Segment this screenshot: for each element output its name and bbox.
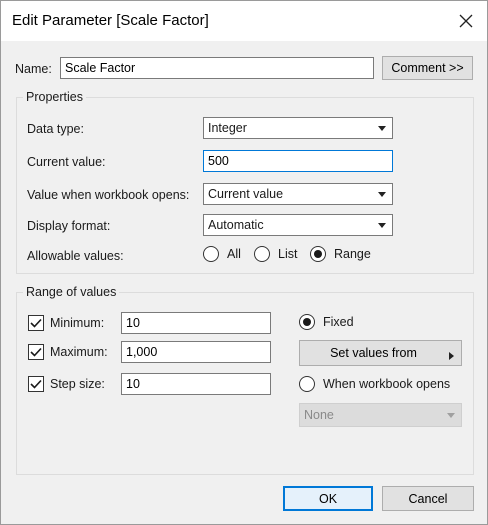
radio-dot (303, 318, 311, 326)
allowable-range-label: Range (334, 247, 371, 261)
dialog-title: Edit Parameter [Scale Factor] (12, 12, 209, 29)
current-value-label: Current value: (27, 155, 106, 169)
source-dropdown-value: None (304, 408, 334, 422)
minimum-checkbox[interactable]: Minimum: (28, 315, 104, 331)
radio-circle-selected (299, 314, 315, 330)
when-workbook-opens-label: When workbook opens (323, 377, 451, 391)
properties-group-title: Properties (23, 90, 86, 104)
allowable-range-radio[interactable]: Range (310, 246, 371, 262)
name-label: Name: (15, 62, 52, 76)
ok-button[interactable]: OK (283, 486, 373, 511)
chevron-down-icon (445, 409, 457, 421)
allowable-all-label: All (227, 247, 241, 261)
data-type-label: Data type: (27, 122, 84, 136)
chevron-down-icon (376, 219, 388, 231)
allowable-values-label: Allowable values: (27, 249, 124, 263)
allowable-list-label: List (278, 247, 298, 261)
checkmark-icon (30, 379, 42, 389)
step-size-input[interactable] (121, 373, 271, 395)
chevron-right-icon (449, 349, 454, 363)
allowable-list-radio[interactable]: List (254, 246, 297, 262)
source-dropdown: None (299, 403, 462, 427)
display-format-dropdown[interactable]: Automatic (203, 214, 393, 236)
radio-circle-selected (310, 246, 326, 262)
when-opens-dropdown[interactable]: Current value (203, 183, 393, 205)
data-type-dropdown[interactable]: Integer (203, 117, 393, 139)
fixed-radio[interactable]: Fixed (299, 314, 354, 330)
checkbox-box (28, 376, 44, 392)
display-format-value: Automatic (208, 218, 264, 232)
minimum-input[interactable] (121, 312, 271, 334)
display-format-label: Display format: (27, 219, 111, 233)
checkmark-icon (30, 347, 42, 357)
set-values-from-button[interactable]: Set values from (299, 340, 462, 366)
close-button[interactable] (451, 7, 481, 35)
title-bar: Edit Parameter [Scale Factor] (1, 1, 487, 41)
range-group-title: Range of values (23, 285, 120, 299)
radio-circle (203, 246, 219, 262)
fixed-label: Fixed (323, 315, 354, 329)
chevron-down-icon (376, 122, 388, 134)
minimum-label: Minimum: (50, 316, 105, 330)
step-size-checkbox[interactable]: Step size: (28, 376, 105, 392)
name-input[interactable] (60, 57, 374, 79)
step-size-label: Step size: (50, 377, 105, 391)
current-value-input[interactable] (203, 150, 393, 172)
chevron-down-icon (376, 188, 388, 200)
allowable-all-radio[interactable]: All (203, 246, 241, 262)
when-workbook-opens-radio[interactable]: When workbook opens (299, 376, 450, 392)
edit-parameter-dialog: Edit Parameter [Scale Factor] Name: Comm… (0, 0, 488, 525)
maximum-label: Maximum: (50, 345, 108, 359)
maximum-input[interactable] (121, 341, 271, 363)
cancel-button[interactable]: Cancel (382, 486, 474, 511)
when-opens-value: Current value (208, 187, 284, 201)
radio-circle (299, 376, 315, 392)
checkbox-box (28, 344, 44, 360)
radio-dot (314, 250, 322, 258)
set-values-from-label: Set values from (330, 346, 417, 360)
comment-button[interactable]: Comment >> (382, 56, 473, 80)
close-icon (459, 14, 473, 28)
maximum-checkbox[interactable]: Maximum: (28, 344, 108, 360)
checkmark-icon (30, 318, 42, 328)
when-opens-label: Value when workbook opens: (27, 188, 190, 202)
data-type-value: Integer (208, 121, 247, 135)
radio-circle (254, 246, 270, 262)
checkbox-box (28, 315, 44, 331)
